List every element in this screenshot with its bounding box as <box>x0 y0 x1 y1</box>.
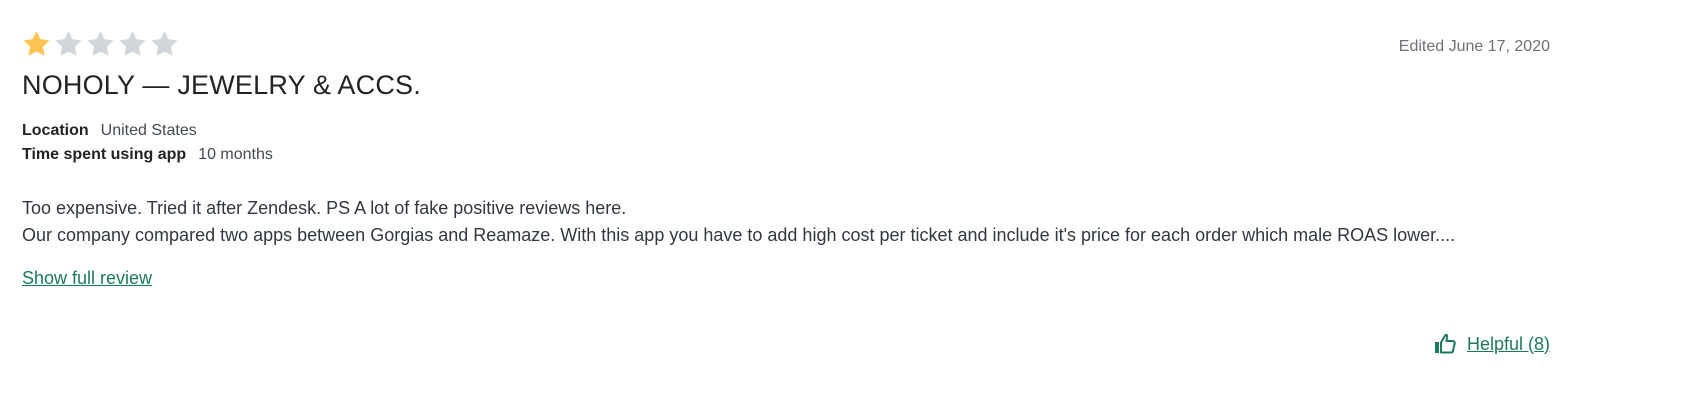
location-row: Location United States <box>22 119 273 143</box>
review-text-line: Too expensive. Tried it after Zendesk. P… <box>22 198 627 218</box>
location-label: Location <box>22 122 89 139</box>
review-body: Too expensive. Tried it after Zendesk. P… <box>22 195 1622 249</box>
review-meta: Location United States Time spent using … <box>22 119 273 167</box>
star-icon <box>54 30 83 57</box>
show-full-review-link[interactable]: Show full review <box>22 268 152 289</box>
location-value: United States <box>100 122 197 139</box>
star-icon <box>150 30 179 57</box>
review-text-line: Our company compared two apps between Go… <box>22 225 1456 245</box>
time-spent-row: Time spent using app 10 months <box>22 143 273 167</box>
shop-name: NOHOLY — JEWELRY & ACCS. <box>22 70 421 100</box>
time-spent-value: 10 months <box>198 146 273 163</box>
review-card: Edited June 17, 2020 NOHOLY — JEWELRY & … <box>0 0 1708 418</box>
time-spent-label: Time spent using app <box>22 146 187 163</box>
star-icon <box>22 30 51 57</box>
star-icon <box>86 30 115 57</box>
thumbs-up-icon <box>1433 332 1457 356</box>
edited-date: Edited June 17, 2020 <box>1398 38 1550 55</box>
star-rating <box>22 30 179 57</box>
star-icon <box>118 30 147 57</box>
helpful-label: Helpful (8) <box>1466 333 1550 354</box>
helpful-button[interactable]: Helpful (8) <box>1433 332 1550 356</box>
